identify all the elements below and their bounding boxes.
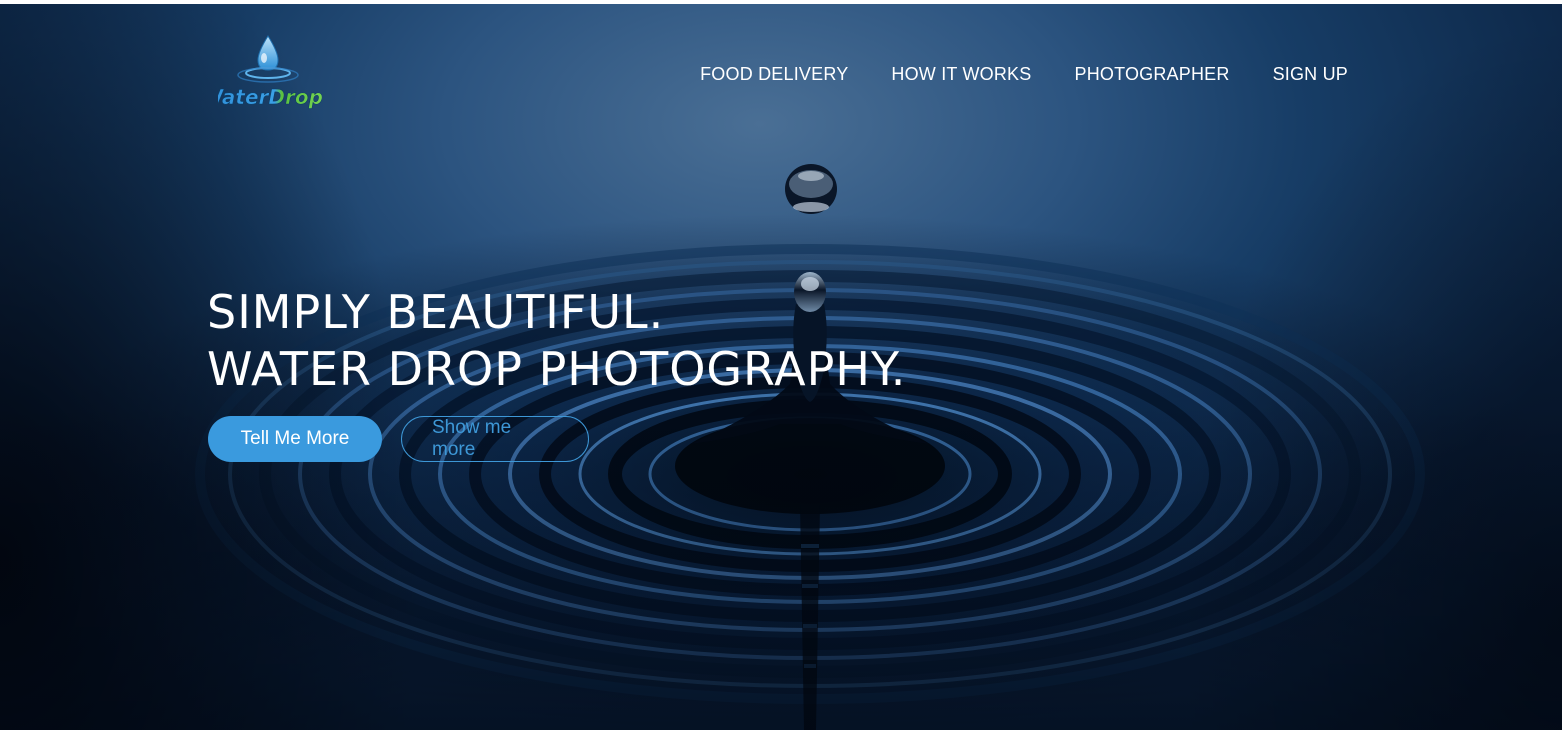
hero-headline-line1: SIMPLY BEAUTIFUL. <box>207 285 665 339</box>
hero-buttons: Tell Me More Show me more <box>208 416 589 462</box>
hero-section: WaterDrops FOOD DELIVERY HOW IT WORKS PH… <box>0 4 1562 730</box>
page: WaterDrops FOOD DELIVERY HOW IT WORKS PH… <box>0 0 1562 732</box>
show-me-more-button[interactable]: Show me more <box>401 416 589 462</box>
water-drop-icon: WaterDrops <box>218 35 322 109</box>
hero-headline-line2: WATER DROP PHOTOGRAPHY. <box>207 342 907 396</box>
hero-headline: SIMPLY BEAUTIFUL. WATER DROP PHOTOGRAPHY… <box>207 284 906 398</box>
nav-item-food-delivery[interactable]: FOOD DELIVERY <box>700 64 848 85</box>
main-nav: FOOD DELIVERY HOW IT WORKS PHOTOGRAPHER … <box>700 64 1348 85</box>
tell-me-more-button[interactable]: Tell Me More <box>208 416 382 462</box>
nav-item-sign-up[interactable]: SIGN UP <box>1273 64 1348 85</box>
nav-item-how-it-works[interactable]: HOW IT WORKS <box>891 64 1031 85</box>
nav-item-photographer[interactable]: PHOTOGRAPHER <box>1074 64 1229 85</box>
logo-text: WaterDrops <box>218 85 322 109</box>
brand-logo[interactable]: WaterDrops <box>218 34 322 114</box>
